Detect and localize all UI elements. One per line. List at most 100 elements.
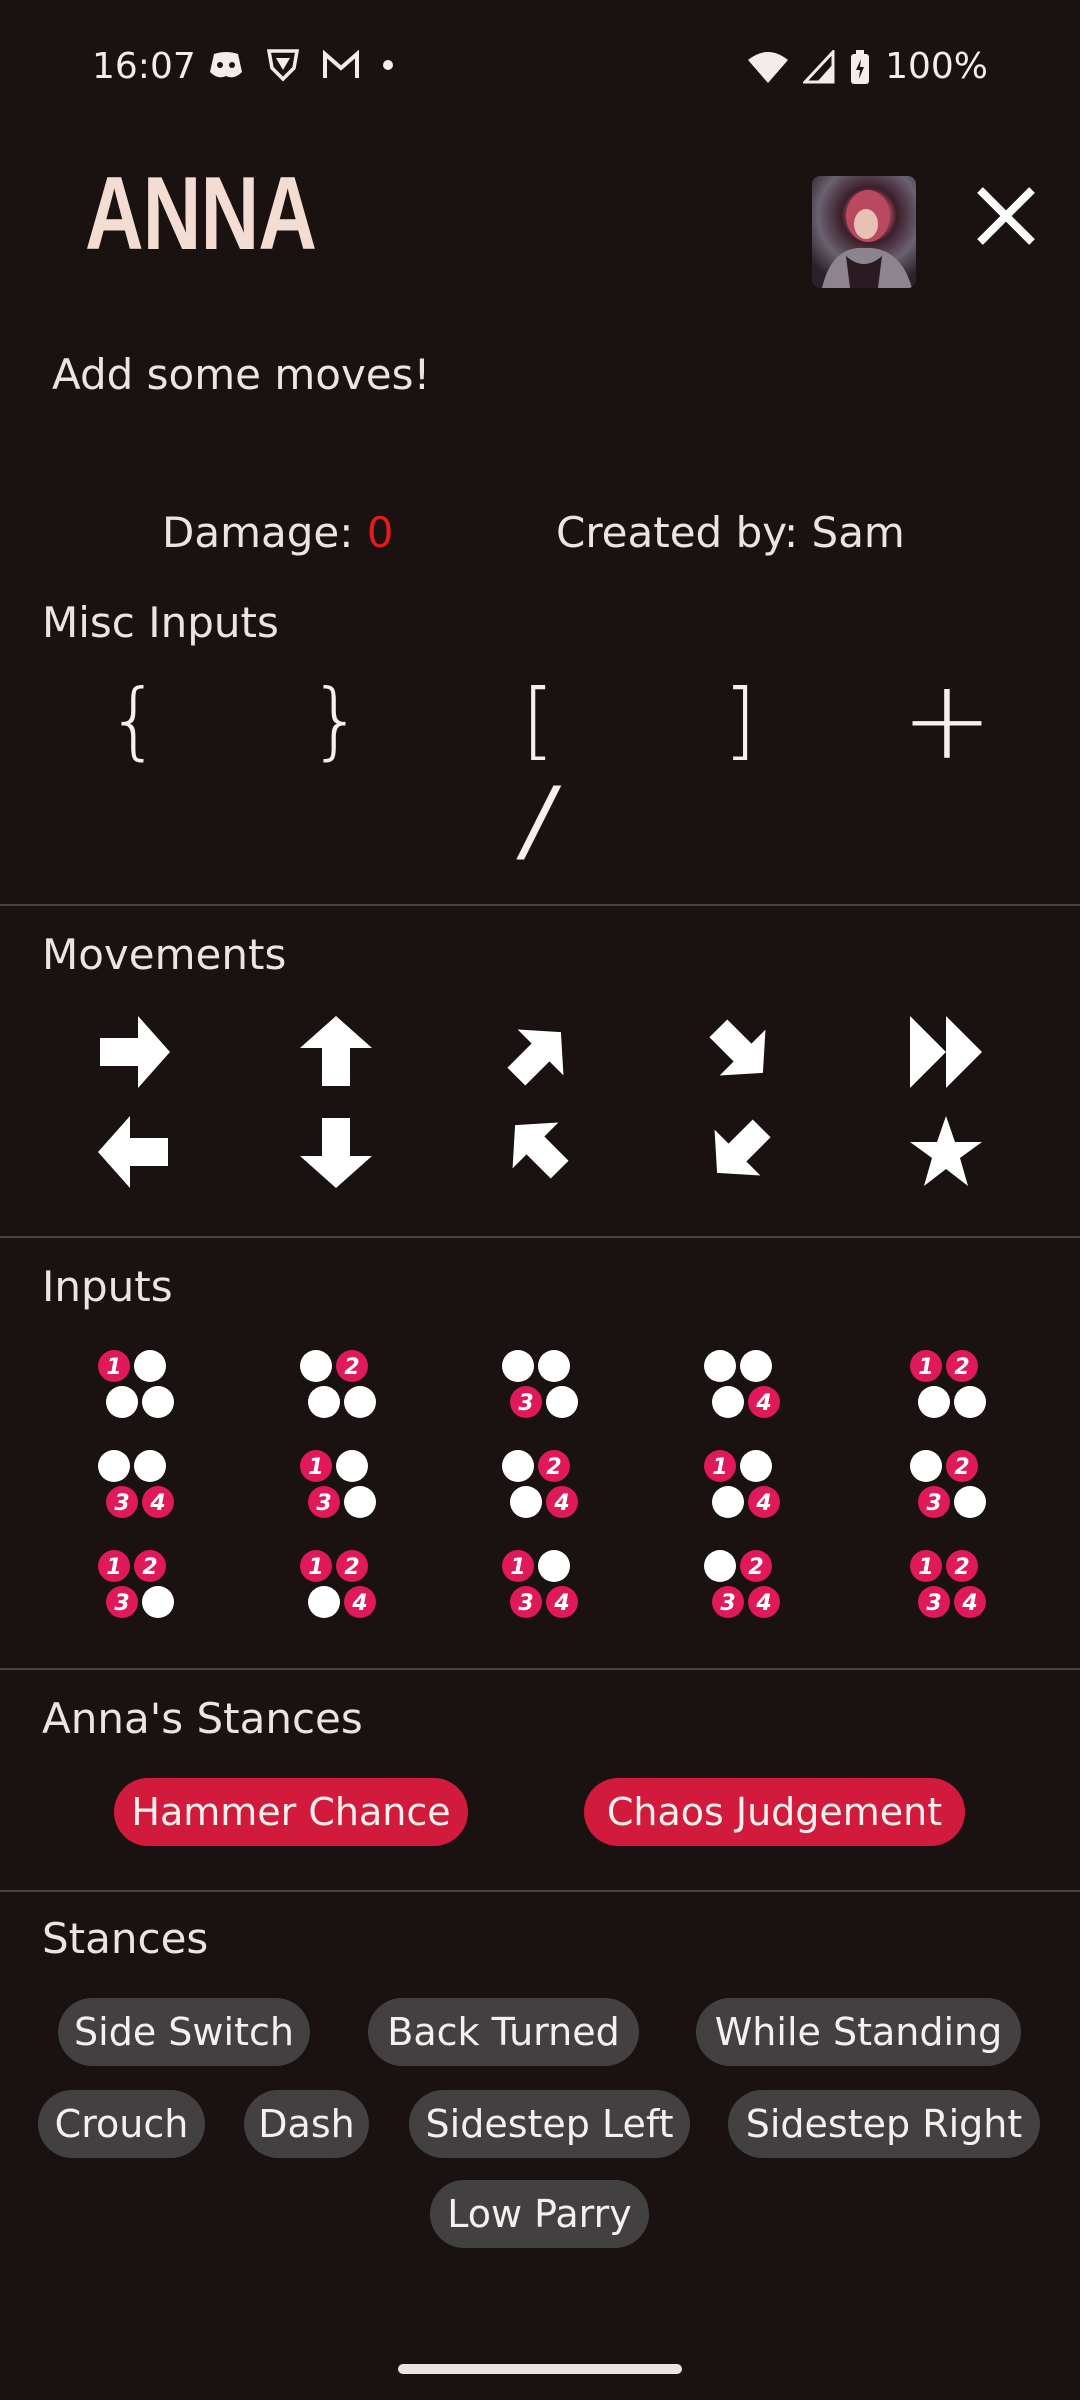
button-dot-4 <box>546 1386 578 1418</box>
divider <box>0 1236 1080 1238</box>
button-number-3: 3 <box>518 1591 533 1616</box>
button-number-2: 2 <box>954 1455 969 1480</box>
button-number-1: 1 <box>106 1355 121 1380</box>
input-combo-1-4[interactable]: 14 <box>704 1450 780 1518</box>
button-number-2: 2 <box>344 1555 359 1580</box>
input-combo-3[interactable]: 3 <box>502 1350 578 1418</box>
button-number-2: 2 <box>142 1555 157 1580</box>
button-number-4: 4 <box>553 1491 569 1516</box>
input-combo-3-4[interactable]: 34 <box>98 1450 174 1518</box>
button-number-1: 1 <box>712 1455 727 1480</box>
button-dot-3 <box>510 1486 542 1518</box>
button-number-2: 2 <box>344 1355 359 1380</box>
stance-dash[interactable]: Dash <box>244 2090 369 2158</box>
down-forward-arrow-icon[interactable] <box>695 1005 786 1096</box>
button-dot-2 <box>538 1350 570 1382</box>
input-combo-1-2-4[interactable]: 1 2 4 <box>300 1550 376 1618</box>
button-dot-3 <box>106 1386 138 1418</box>
divider <box>0 1890 1080 1892</box>
stance-while-standing[interactable]: While Standing <box>696 1998 1021 2066</box>
button-number-1: 1 <box>918 1555 933 1580</box>
button-dot-2 <box>740 1450 772 1482</box>
input-combo-2-3[interactable]: 23 <box>910 1450 986 1518</box>
up-forward-arrow-icon[interactable] <box>493 1009 584 1100</box>
button-number-1: 1 <box>106 1555 121 1580</box>
down-back-arrow-icon[interactable] <box>694 1105 785 1196</box>
button-dot-3 <box>308 1586 340 1618</box>
button-number-4: 4 <box>149 1491 165 1516</box>
button-number-4: 4 <box>755 1391 771 1416</box>
button-dot-4 <box>344 1486 376 1518</box>
button-dot-1 <box>98 1450 130 1482</box>
button-number-4: 4 <box>351 1591 367 1616</box>
divider <box>0 1668 1080 1670</box>
input-combo-1-3[interactable]: 13 <box>300 1450 376 1518</box>
button-dot-3 <box>918 1386 950 1418</box>
button-number-3: 3 <box>316 1491 331 1516</box>
button-dot-1 <box>910 1450 942 1482</box>
stance-sidestep-right[interactable]: Sidestep Right <box>728 2090 1040 2158</box>
button-number-2: 2 <box>954 1355 969 1380</box>
button-dot-3 <box>712 1386 744 1418</box>
button-dot-2 <box>336 1450 368 1482</box>
button-number-4: 4 <box>553 1591 569 1616</box>
button-dot-2 <box>538 1550 570 1582</box>
up-arrow-icon[interactable] <box>300 1016 372 1086</box>
button-number-3: 3 <box>926 1591 941 1616</box>
button-dot-3 <box>308 1386 340 1418</box>
input-combo-4[interactable]: 4 <box>704 1350 780 1418</box>
button-number-2: 2 <box>954 1555 969 1580</box>
button-number-1: 1 <box>510 1555 525 1580</box>
stance-chaos-judgement[interactable]: Chaos Judgement <box>584 1778 965 1846</box>
dash-forward-icon[interactable] <box>910 1016 982 1088</box>
button-dot-4 <box>344 1386 376 1418</box>
movement-grid <box>98 1005 982 1196</box>
input-combo-1-2[interactable]: 12 <box>910 1350 986 1418</box>
input-combo-2-4[interactable]: 24 <box>502 1450 578 1518</box>
button-inputs-grid: 1 23 41 23 4132414231 231 2413 423 41 23 4 <box>98 1350 986 1618</box>
button-dot-1 <box>704 1350 736 1382</box>
input-combo-1-3-4[interactable]: 1 3 4 <box>502 1550 578 1618</box>
button-dot-2 <box>740 1350 772 1382</box>
input-combo-1[interactable]: 1 <box>98 1350 174 1418</box>
button-number-3: 3 <box>926 1491 941 1516</box>
input-combo-2-3-4[interactable]: 23 4 <box>704 1550 780 1618</box>
button-number-3: 3 <box>518 1391 533 1416</box>
button-number-1: 1 <box>918 1355 933 1380</box>
button-number-3: 3 <box>720 1591 735 1616</box>
stance-crouch[interactable]: Crouch <box>38 2090 205 2158</box>
button-number-2: 2 <box>546 1455 561 1480</box>
button-number-1: 1 <box>308 1455 323 1480</box>
stances-title: Stances <box>42 1914 209 1963</box>
input-combo-1-2-3[interactable]: 1 23 <box>98 1550 174 1618</box>
button-number-4: 4 <box>755 1591 771 1616</box>
forward-arrow-icon[interactable] <box>100 1016 170 1088</box>
stance-side-switch[interactable]: Side Switch <box>58 1998 310 2066</box>
stance-hammer-chance[interactable]: Hammer Chance <box>114 1778 468 1846</box>
button-dot-3 <box>712 1486 744 1518</box>
input-combo-2[interactable]: 2 <box>300 1350 376 1418</box>
stance-sidestep-left[interactable]: Sidestep Left <box>409 2090 690 2158</box>
down-arrow-icon[interactable] <box>300 1118 372 1188</box>
button-dot-4 <box>142 1386 174 1418</box>
button-dot-1 <box>704 1550 736 1582</box>
button-number-1: 1 <box>308 1555 323 1580</box>
star-icon[interactable] <box>910 1116 982 1186</box>
button-number-3: 3 <box>114 1591 129 1616</box>
back-arrow-icon[interactable] <box>98 1116 168 1188</box>
button-dot-2 <box>134 1450 166 1482</box>
button-dot-1 <box>502 1350 534 1382</box>
button-dot-2 <box>134 1350 166 1382</box>
stance-back-turned[interactable]: Back Turned <box>368 1998 639 2066</box>
button-dot-4 <box>954 1386 986 1418</box>
inputs-title: Inputs <box>42 1262 173 1311</box>
char-stances-title: Anna's Stances <box>42 1694 363 1743</box>
up-back-arrow-icon[interactable] <box>492 1102 583 1193</box>
stance-low-parry[interactable]: Low Parry <box>430 2180 649 2248</box>
button-dot-4 <box>954 1486 986 1518</box>
home-indicator[interactable] <box>398 2364 682 2374</box>
button-number-4: 4 <box>755 1491 771 1516</box>
input-combo-1-2-3-4[interactable]: 1 23 4 <box>910 1550 986 1618</box>
button-dot-1 <box>300 1350 332 1382</box>
button-dot-4 <box>142 1586 174 1618</box>
